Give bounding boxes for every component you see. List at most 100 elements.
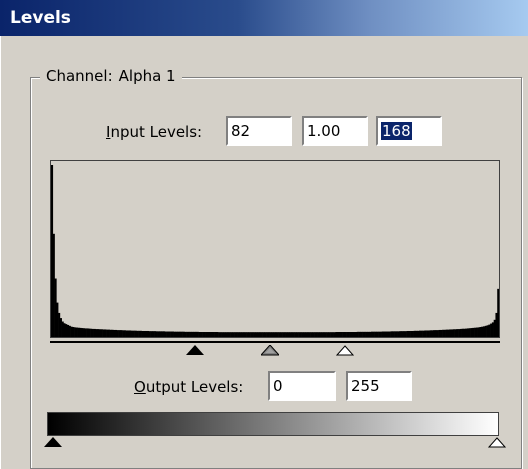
input-black-field[interactable]: 82 [226,116,292,146]
histogram-bar [182,331,185,337]
histogram-bar [422,330,425,337]
histogram-bar [392,331,395,337]
histogram-bar [99,329,102,337]
histogram-bar [328,332,331,337]
histogram-bar [214,332,217,337]
histogram-bar [383,331,386,337]
histogram-bar [447,329,450,337]
histogram-bar [193,331,196,337]
histogram-bar [273,332,276,337]
histogram-bar [326,332,329,337]
histogram-bar [56,302,59,337]
histogram-bar [486,325,489,337]
histogram-bar [86,328,89,337]
histogram-bar [458,329,461,337]
histogram-bar [349,332,352,337]
histogram-bar [225,332,228,337]
histogram-plot [51,165,499,337]
histogram-bar [84,328,87,337]
title-bar[interactable]: Levels [0,0,528,36]
histogram-bar [152,331,155,337]
histogram-bar [463,328,466,337]
histogram-bar [251,332,254,337]
histogram-bar [381,331,384,337]
histogram-bar [465,328,468,337]
output-levels-label: Output Levels: [134,378,244,396]
input-gamma-handle[interactable] [261,345,279,356]
histogram-bar [195,331,198,337]
histogram-bar [159,331,162,337]
histogram-bar [70,326,73,337]
histogram-bar [340,332,343,337]
histogram-bar [171,331,174,337]
histogram-bar [397,331,400,337]
histogram-bar [419,330,422,337]
histogram-bar [212,332,215,337]
input-gamma-field[interactable]: 1.00 [302,116,368,146]
histogram-bar [347,332,350,337]
histogram-bar [282,332,285,337]
input-black-handle[interactable] [186,345,204,356]
histogram-bar [116,330,119,337]
output-black-field[interactable]: 0 [268,371,336,401]
histogram-bar [319,332,322,337]
histogram-bar [426,330,429,337]
histogram-bar [299,332,302,337]
histogram-bar [100,329,103,337]
input-slider-track[interactable] [50,341,500,343]
histogram-bar [166,331,169,337]
histogram-bar [147,330,150,337]
histogram-bar [150,331,153,337]
histogram-bar [95,329,98,337]
histogram-bar [280,332,283,337]
histogram-bar [175,331,178,337]
histogram-bar [221,332,224,337]
histogram-bar [168,331,171,337]
histogram-bar [269,332,272,337]
input-white-handle[interactable] [336,345,354,356]
histogram-bar [262,332,265,337]
histogram-bar [93,328,96,337]
histogram-bar [337,332,340,337]
histogram-bar [342,332,345,337]
histogram-bar [461,328,464,337]
histogram-bar [58,312,61,337]
histogram-bar [378,331,381,337]
histogram-bar [353,332,356,337]
triangle-white-icon [336,345,354,356]
histogram-bar [129,330,132,337]
histogram-bar [113,329,116,337]
histogram-bar [189,331,192,337]
histogram-bar [456,329,459,337]
histogram-bar [257,332,260,337]
output-black-handle[interactable] [44,437,62,448]
histogram-bar [131,330,134,337]
histogram-bar [394,331,397,337]
histogram-bar [173,331,176,337]
histogram-bar [468,328,471,337]
histogram-bar [440,329,443,337]
histogram-bar [451,329,454,337]
output-white-field[interactable]: 255 [346,371,412,401]
histogram-bar [88,328,91,337]
histogram-bar [408,330,411,337]
histogram-bar [155,331,158,337]
histogram-bar [209,332,212,337]
histogram-bar [219,332,222,337]
output-white-handle[interactable] [488,437,506,448]
histogram-bar [79,327,82,337]
histogram-bar [54,278,57,337]
histogram-bar [435,330,438,337]
input-white-field[interactable]: 168 [376,116,442,146]
input-levels-label: Input Levels: [106,123,203,141]
histogram-bar [118,330,121,337]
histogram-bar [289,332,292,337]
histogram-bar [63,323,66,337]
histogram-bar [292,332,295,337]
histogram-bar [362,331,365,337]
histogram-bar [235,332,238,337]
histogram-bar [417,330,420,337]
histogram-bar [445,329,448,337]
histogram-bar [255,332,258,337]
histogram-bar [454,329,457,337]
